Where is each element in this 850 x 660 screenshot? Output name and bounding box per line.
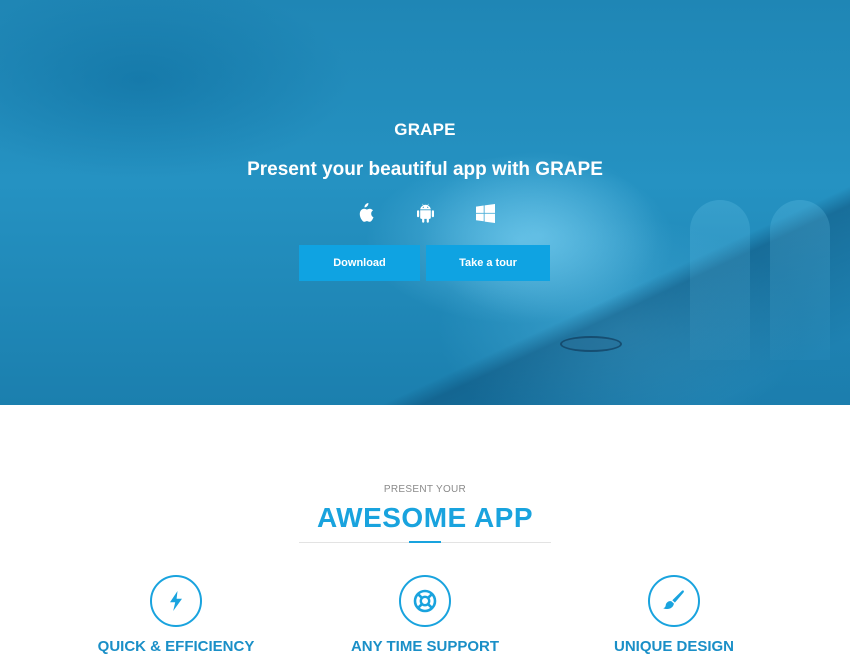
title-divider-accent xyxy=(409,541,441,543)
feature-icon-circle xyxy=(648,575,700,627)
take-a-tour-button[interactable]: Take a tour xyxy=(426,245,550,281)
hero-section: GRAPE Present your beautiful app with GR… xyxy=(0,0,850,405)
platform-icons xyxy=(0,202,850,224)
brand-name: GRAPE xyxy=(394,120,456,139)
feature-label: QUICK & EFFICIENCY xyxy=(97,638,255,655)
android-icon[interactable] xyxy=(415,202,435,224)
windows-icon[interactable] xyxy=(475,202,495,224)
lifebuoy-icon xyxy=(413,589,437,613)
section-kicker: PRESENT YOUR xyxy=(383,484,467,495)
section-title: AWESOME APP xyxy=(316,502,534,533)
hero-background-shape xyxy=(770,200,830,360)
feature-icon-circle xyxy=(150,575,202,627)
feature-item: QUICK & EFFICIENCY xyxy=(51,575,301,655)
apple-icon[interactable] xyxy=(355,202,375,224)
feature-item: ANY TIME SUPPORT xyxy=(300,575,550,655)
paintbrush-icon xyxy=(663,590,684,610)
download-button[interactable]: Download xyxy=(299,245,420,281)
feature-item: UNIQUE DESIGN xyxy=(549,575,799,655)
hero-background-shape xyxy=(690,200,750,360)
feature-icon-circle xyxy=(399,575,451,627)
lightning-icon xyxy=(170,591,182,611)
hero-background-device-button xyxy=(560,336,622,352)
hero-headline: Present your beautiful app with GRAPE xyxy=(247,159,603,180)
feature-label: ANY TIME SUPPORT xyxy=(350,638,500,655)
feature-label: UNIQUE DESIGN xyxy=(613,638,734,655)
